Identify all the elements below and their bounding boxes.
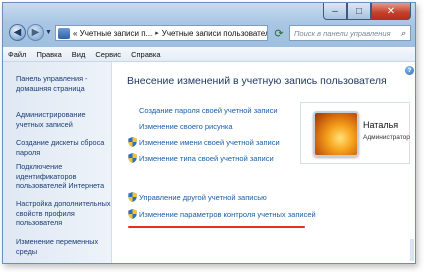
recent-pages-dropdown-icon[interactable]: ▼ xyxy=(45,29,52,36)
task-manage-other-account[interactable]: Управление другой учетной записью xyxy=(139,193,267,202)
search-box[interactable]: ⌕ xyxy=(289,25,411,41)
uac-shield-icon xyxy=(128,153,137,163)
user-role: Администратор xyxy=(363,134,410,141)
avatar[interactable] xyxy=(313,111,359,157)
menu-help[interactable]: Справка xyxy=(126,50,165,59)
uac-shield-icon xyxy=(128,209,137,219)
task-change-uac-settings[interactable]: Изменение параметров контроля учетных за… xyxy=(139,210,316,219)
uac-shield-icon xyxy=(128,137,137,147)
control-panel-window: – □ ✕ ◀ ▶ ▼ « Учетные записи п... ▸ Учет… xyxy=(2,2,416,264)
breadcrumb-parent[interactable]: « Учетные записи п... xyxy=(73,29,152,38)
search-input[interactable] xyxy=(290,27,396,39)
breadcrumb-current[interactable]: Учетные записи пользователей xyxy=(162,29,267,38)
sidebar-item-link-online-ids[interactable]: Подключение идентификаторов пользователе… xyxy=(16,162,111,191)
arrow-left-icon: ◀ xyxy=(13,27,22,38)
title-bar: – □ ✕ ◀ ▶ ▼ « Учетные записи п... ▸ Учет… xyxy=(3,3,415,47)
user-account-card: Наталья Администратор xyxy=(300,102,410,164)
menu-edit[interactable]: Правка xyxy=(31,50,66,59)
arrow-right-icon: ▶ xyxy=(31,27,40,38)
help-icon[interactable]: ? xyxy=(405,66,414,75)
menu-view[interactable]: Вид xyxy=(67,50,91,59)
sidebar-item-environment-variables[interactable]: Изменение переменных среды xyxy=(16,237,111,256)
tasks-sidebar: Панель управления - домашняя страница Ад… xyxy=(3,62,112,263)
address-bar[interactable]: « Учетные записи п... ▸ Учетные записи п… xyxy=(55,25,268,41)
window-controls: – □ ✕ xyxy=(323,3,411,20)
uac-shield-icon xyxy=(128,192,137,202)
minimize-button[interactable]: – xyxy=(323,3,347,20)
close-button[interactable]: ✕ xyxy=(371,3,411,20)
sidebar-item-control-panel-home[interactable]: Панель управления - домашняя страница xyxy=(16,74,111,93)
back-button[interactable]: ◀ xyxy=(9,24,26,41)
menu-file[interactable]: Файл xyxy=(3,50,31,59)
refresh-icon[interactable]: ⟳ xyxy=(271,25,287,41)
sidebar-item-advanced-profile[interactable]: Настройка дополнительных свойств профиля… xyxy=(16,199,111,228)
control-panel-icon xyxy=(58,27,70,39)
search-icon[interactable]: ⌕ xyxy=(396,28,410,39)
menu-tools[interactable]: Сервис xyxy=(90,50,126,59)
highlight-underline xyxy=(128,226,305,228)
forward-button[interactable]: ▶ xyxy=(27,24,44,41)
task-change-account-type[interactable]: Изменение типа своей учетной записи xyxy=(139,154,274,163)
menu-bar: Файл Правка Вид Сервис Справка xyxy=(3,47,415,62)
user-name: Наталья xyxy=(363,120,399,130)
task-change-account-name[interactable]: Изменение имени своей учетной записи xyxy=(139,138,280,147)
breadcrumb-separator-icon[interactable]: ▸ xyxy=(155,29,159,37)
scrollbar[interactable] xyxy=(410,239,414,261)
sidebar-item-manage-accounts[interactable]: Администрирование учетных записей xyxy=(16,110,111,129)
task-change-picture[interactable]: Изменение своего рисунка xyxy=(139,122,233,131)
maximize-button[interactable]: □ xyxy=(347,3,371,20)
page-title: Внесение изменений в учетную запись поль… xyxy=(127,75,387,87)
sidebar-item-reset-disk[interactable]: Создание дискеты сброса пароля xyxy=(16,138,111,157)
task-create-password[interactable]: Создание пароля своей учетной записи xyxy=(139,106,278,115)
